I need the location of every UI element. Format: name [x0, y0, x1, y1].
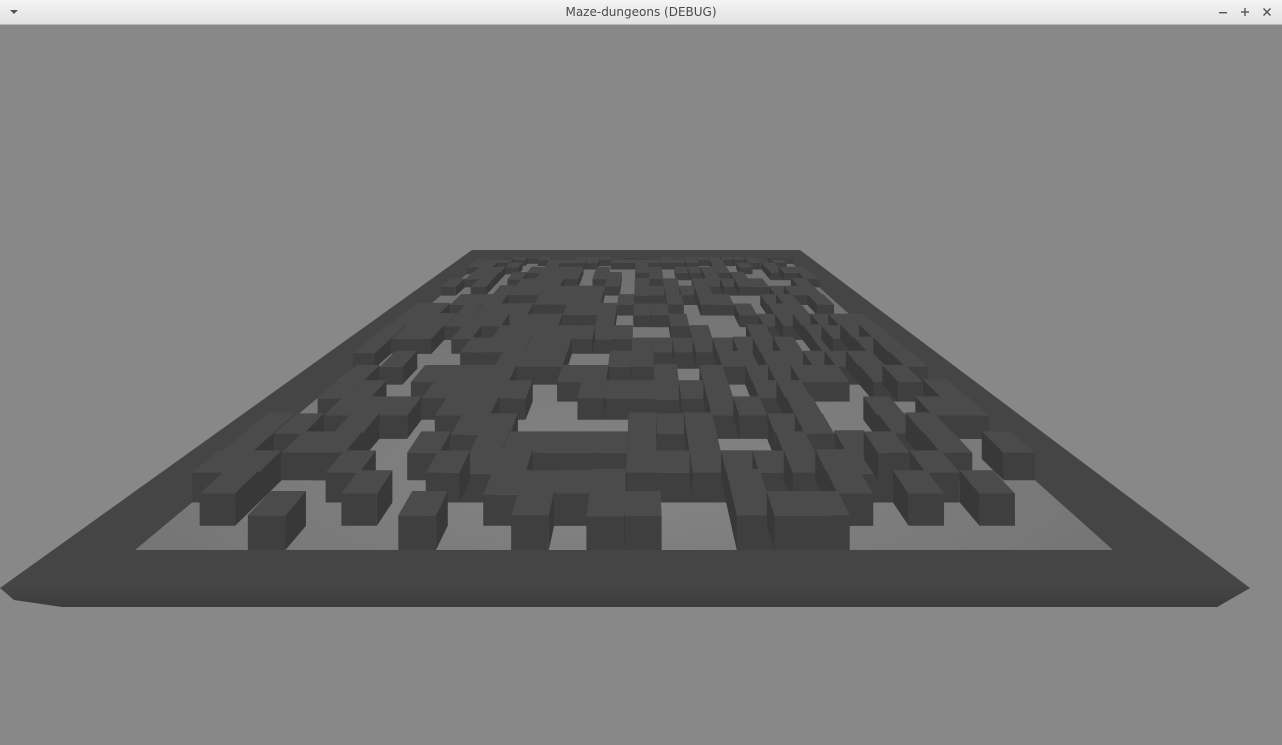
maze-wall-front-face	[199, 493, 236, 526]
maze-wall-front-face	[577, 398, 604, 420]
maze-wall-block	[660, 259, 687, 264]
maze-wall-block	[625, 450, 693, 473]
game-viewport[interactable]	[0, 25, 1282, 745]
maze-wall-front-face	[774, 515, 850, 550]
maze-wall-block	[519, 313, 563, 327]
maze-wall-front-face	[979, 493, 1015, 526]
maze-wall-front-face	[623, 263, 636, 270]
maze-wall-block	[696, 257, 710, 260]
maze-wall-block	[527, 256, 540, 258]
maze-wall-block	[635, 266, 649, 273]
maze-wall-block	[617, 294, 635, 305]
maze-wall-block	[513, 257, 528, 260]
maze-scene	[0, 250, 1250, 607]
maze-wall-block	[665, 294, 684, 305]
maze-wall-block	[686, 431, 722, 453]
maze-wall-front-face	[592, 339, 613, 354]
maze-wall-block	[635, 259, 661, 264]
maze-wall-block	[648, 272, 664, 280]
maze-wall-block	[595, 431, 628, 453]
maze-wall-front-face	[511, 515, 549, 550]
maze-wall-front-face	[610, 263, 624, 270]
maze-wall-front-face	[571, 338, 593, 354]
maze-wall-block	[744, 257, 759, 260]
maze-wall-block	[563, 256, 576, 258]
maze-wall-front-face	[674, 352, 696, 369]
maze-wall-front-face	[908, 493, 945, 526]
maze-wall-block	[720, 257, 735, 260]
maze-wall-block	[604, 278, 621, 287]
maze-wall-front-face	[398, 515, 436, 550]
maze-wall-front-face	[617, 304, 634, 316]
maze-frame-front	[0, 588, 1250, 607]
maze-wall-front-face	[247, 515, 286, 550]
maze-wall-block	[560, 259, 587, 264]
maze-wall-block	[537, 256, 552, 260]
maze-wall-block	[635, 262, 649, 268]
maze-wall-block	[678, 380, 708, 399]
maze-wall-front-face	[700, 304, 734, 316]
close-icon	[1262, 7, 1272, 17]
maze-wall-block	[663, 278, 680, 287]
maze-wall-block	[532, 431, 599, 453]
plus-icon	[1240, 7, 1250, 17]
maze-wall-block	[612, 325, 633, 339]
maze-wall-block	[603, 380, 656, 399]
app-window: Maze-dungeons (DEBUG)	[0, 0, 1282, 745]
maze-wall-block	[649, 285, 666, 296]
window-title: Maze-dungeons (DEBUG)	[565, 5, 717, 19]
maximize-button[interactable]	[1237, 4, 1253, 20]
maze-wall-block	[653, 364, 682, 400]
maze-wall-block	[554, 470, 593, 494]
maze-wall-block	[766, 491, 850, 516]
maze-wall-block	[656, 413, 687, 434]
maze-wall-front-face	[697, 259, 710, 267]
maze-wall-block	[567, 294, 603, 305]
maze-wall-block	[592, 272, 609, 280]
maze-wall-block	[623, 256, 636, 258]
maze-wall-block	[586, 468, 626, 517]
maze-wall-block	[606, 272, 622, 280]
maze-wall-block	[672, 337, 696, 353]
minimize-button[interactable]	[1215, 4, 1231, 20]
maze-wall-front-face	[651, 315, 669, 328]
maze-wall-block	[623, 259, 636, 264]
maze-wall-block	[780, 256, 793, 258]
maze-wall-block	[511, 491, 555, 516]
maze-wall-block	[648, 266, 663, 273]
maze-wall-block	[697, 294, 734, 305]
maze-wall-front-face	[1003, 452, 1035, 481]
maze-wall-block	[635, 256, 649, 258]
maze-wall-block	[650, 303, 669, 316]
maze-wall-front-face	[624, 515, 662, 550]
maze-wall-front-face	[739, 415, 768, 439]
maze-wall-block	[634, 277, 650, 296]
maze-wall-front-face	[341, 493, 377, 526]
maze-wall-block	[571, 285, 605, 296]
maze-wall-block	[594, 266, 610, 273]
maze-wall-block	[624, 491, 662, 516]
maze-wall-block	[610, 259, 624, 264]
minimize-icon	[1218, 7, 1228, 17]
maze-wall-block	[599, 256, 612, 260]
maze-wall-block	[577, 380, 606, 399]
maze-wall-front-face	[586, 516, 624, 550]
maze-wall-block	[626, 412, 659, 454]
maze-wall-front-face	[554, 493, 590, 526]
title-bar[interactable]: Maze-dungeons (DEBUG)	[0, 0, 1282, 25]
maze-wall-front-face	[604, 286, 620, 296]
maze-wall-front-face	[527, 257, 540, 264]
maze-wall-block	[585, 257, 600, 264]
maze-wall-block	[547, 259, 563, 264]
maze-wall-block	[668, 313, 690, 327]
maze-wall-front-face	[440, 286, 456, 296]
maze-wall-front-face	[599, 259, 612, 267]
maze-wall-block	[524, 337, 572, 353]
maze-wall-block	[732, 257, 747, 260]
close-button[interactable]	[1259, 4, 1275, 20]
maze-wall-block	[630, 350, 654, 367]
maze-wall-block	[660, 256, 673, 260]
maze-wall-block	[684, 259, 699, 264]
maze-wall-block	[557, 365, 609, 383]
